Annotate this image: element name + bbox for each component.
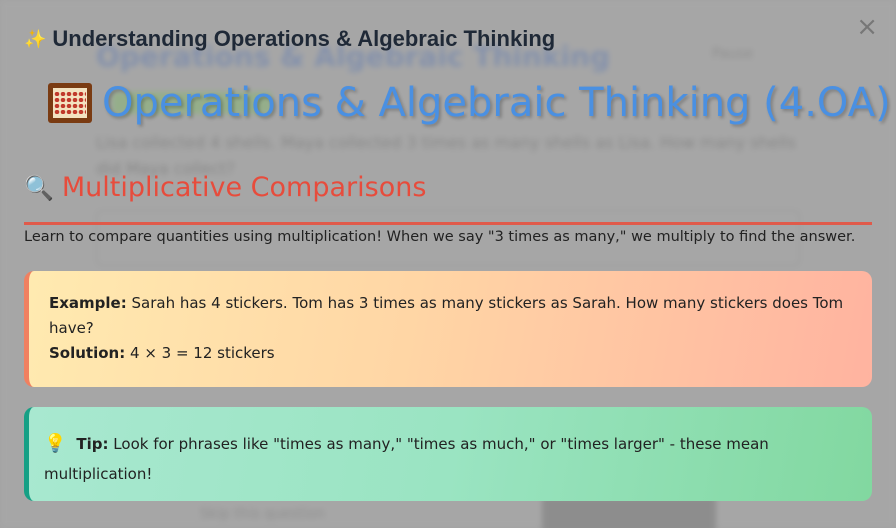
- abacus-icon: [48, 83, 92, 123]
- lightbulb-icon: 💡: [44, 433, 67, 454]
- sparkles-icon: ✨: [24, 28, 47, 49]
- example-label: Example:: [49, 294, 127, 312]
- section-title: 🔍 Multiplicative Comparisons: [24, 172, 426, 203]
- tip-box: 💡 Tip: Look for phrases like "times as ma…: [24, 407, 872, 501]
- intro-text: Learn to compare quantities using multip…: [24, 229, 856, 245]
- solution-text: 4 × 3 = 12 stickers: [125, 344, 275, 362]
- tip-text: Look for phrases like "times as many," "…: [44, 435, 769, 483]
- solution-label: Solution:: [49, 344, 126, 362]
- main-title: Operations & Algebraic Thinking (4.OA): [48, 80, 891, 126]
- section-divider: [24, 222, 872, 225]
- section-title-text: Multiplicative Comparisons: [61, 172, 427, 203]
- close-button[interactable]: ×: [856, 14, 878, 40]
- example-box: Example: Sarah has 4 stickers. Tom has 3…: [24, 271, 872, 387]
- tip-label: Tip:: [76, 435, 109, 453]
- modal-title: Understanding Operations & Algebraic Thi…: [52, 26, 556, 51]
- help-modal: ✨ Understanding Operations & Algebraic T…: [0, 0, 896, 528]
- example-text: Sarah has 4 stickers. Tom has 3 times as…: [49, 294, 844, 337]
- magnifier-icon: 🔍: [24, 173, 54, 202]
- main-title-text: Operations & Algebraic Thinking (4.OA): [102, 80, 891, 126]
- modal-header: ✨ Understanding Operations & Algebraic T…: [24, 26, 555, 52]
